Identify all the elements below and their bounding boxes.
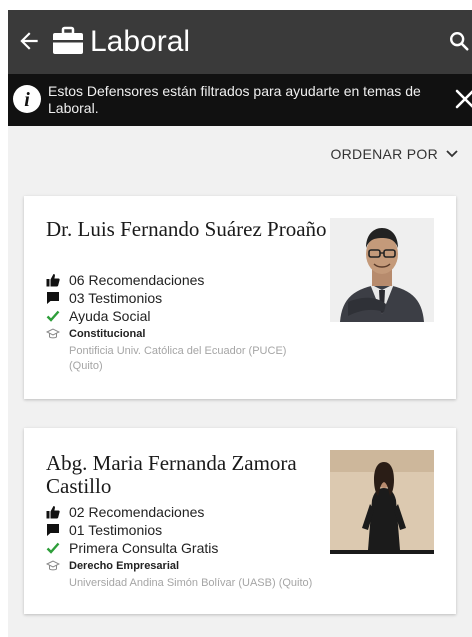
specialty-row: Derecho Empresarial bbox=[46, 559, 179, 573]
briefcase-icon bbox=[53, 26, 83, 54]
specialty-text: Derecho Empresarial bbox=[69, 560, 180, 572]
testimonials-text: 01 Testimonios bbox=[69, 522, 163, 538]
lawyer-photo bbox=[330, 218, 434, 322]
testimonials-row: 03 Testimonios bbox=[46, 290, 162, 306]
arrow-left-icon[interactable] bbox=[16, 28, 42, 54]
recommendations-text: 02 Recomendaciones bbox=[69, 504, 205, 520]
recommendations-text: 06 Recomendaciones bbox=[69, 272, 205, 288]
comment-icon bbox=[46, 291, 60, 305]
search-icon[interactable] bbox=[448, 30, 470, 52]
institution-text: Universidad Andina Simón Bolívar (UASB) … bbox=[69, 577, 313, 589]
institution-text: Pontificia Univ. Católica del Ecuador (P… bbox=[69, 345, 287, 372]
comment-icon bbox=[46, 523, 60, 537]
feature-row: Primera Consulta Gratis bbox=[46, 540, 218, 556]
app-bar: Laboral bbox=[8, 10, 472, 74]
sort-dropdown[interactable]: ORDENAR POR bbox=[330, 146, 458, 162]
thumbs-up-icon bbox=[46, 505, 60, 519]
recommendations-row: 06 Recomendaciones bbox=[46, 272, 204, 288]
check-icon bbox=[46, 309, 60, 323]
close-icon[interactable] bbox=[454, 88, 472, 110]
lawyer-card[interactable]: Dr. Luis Fernando Suárez Proaño 06 Recom… bbox=[24, 196, 456, 399]
testimonials-text: 03 Testimonios bbox=[69, 290, 163, 306]
specialty-text: Constitucional bbox=[69, 328, 146, 340]
chevron-down-icon bbox=[446, 150, 458, 158]
sort-label: ORDENAR POR bbox=[330, 146, 438, 162]
lawyer-photo bbox=[330, 450, 434, 554]
lawyer-name: Dr. Luis Fernando Suárez Proaño bbox=[46, 217, 327, 241]
feature-text: Primera Consulta Gratis bbox=[69, 540, 219, 556]
thumbs-up-icon bbox=[46, 273, 60, 287]
frame-top bbox=[0, 0, 472, 10]
svg-text:i: i bbox=[24, 89, 30, 111]
filter-notice: i Estos Defensores están filtrados para … bbox=[8, 74, 472, 126]
recommendations-row: 02 Recomendaciones bbox=[46, 504, 204, 520]
lawyer-card[interactable]: Abg. Maria Fernanda Zamora Castillo 02 R… bbox=[24, 428, 456, 614]
feature-row: Ayuda Social bbox=[46, 308, 150, 324]
info-icon: i bbox=[13, 85, 41, 113]
notice-text: Estos Defensores están filtrados para ay… bbox=[48, 83, 421, 116]
lawyer-name: Abg. Maria Fernanda Zamora Castillo bbox=[46, 451, 297, 498]
frame-left bbox=[0, 0, 8, 637]
check-icon bbox=[46, 541, 60, 555]
graduation-cap-icon bbox=[46, 327, 60, 341]
page-title: Laboral bbox=[90, 25, 191, 58]
testimonials-row: 01 Testimonios bbox=[46, 522, 162, 538]
specialty-row: Constitucional bbox=[46, 327, 145, 341]
feature-text: Ayuda Social bbox=[69, 308, 151, 324]
graduation-cap-icon bbox=[46, 559, 60, 573]
